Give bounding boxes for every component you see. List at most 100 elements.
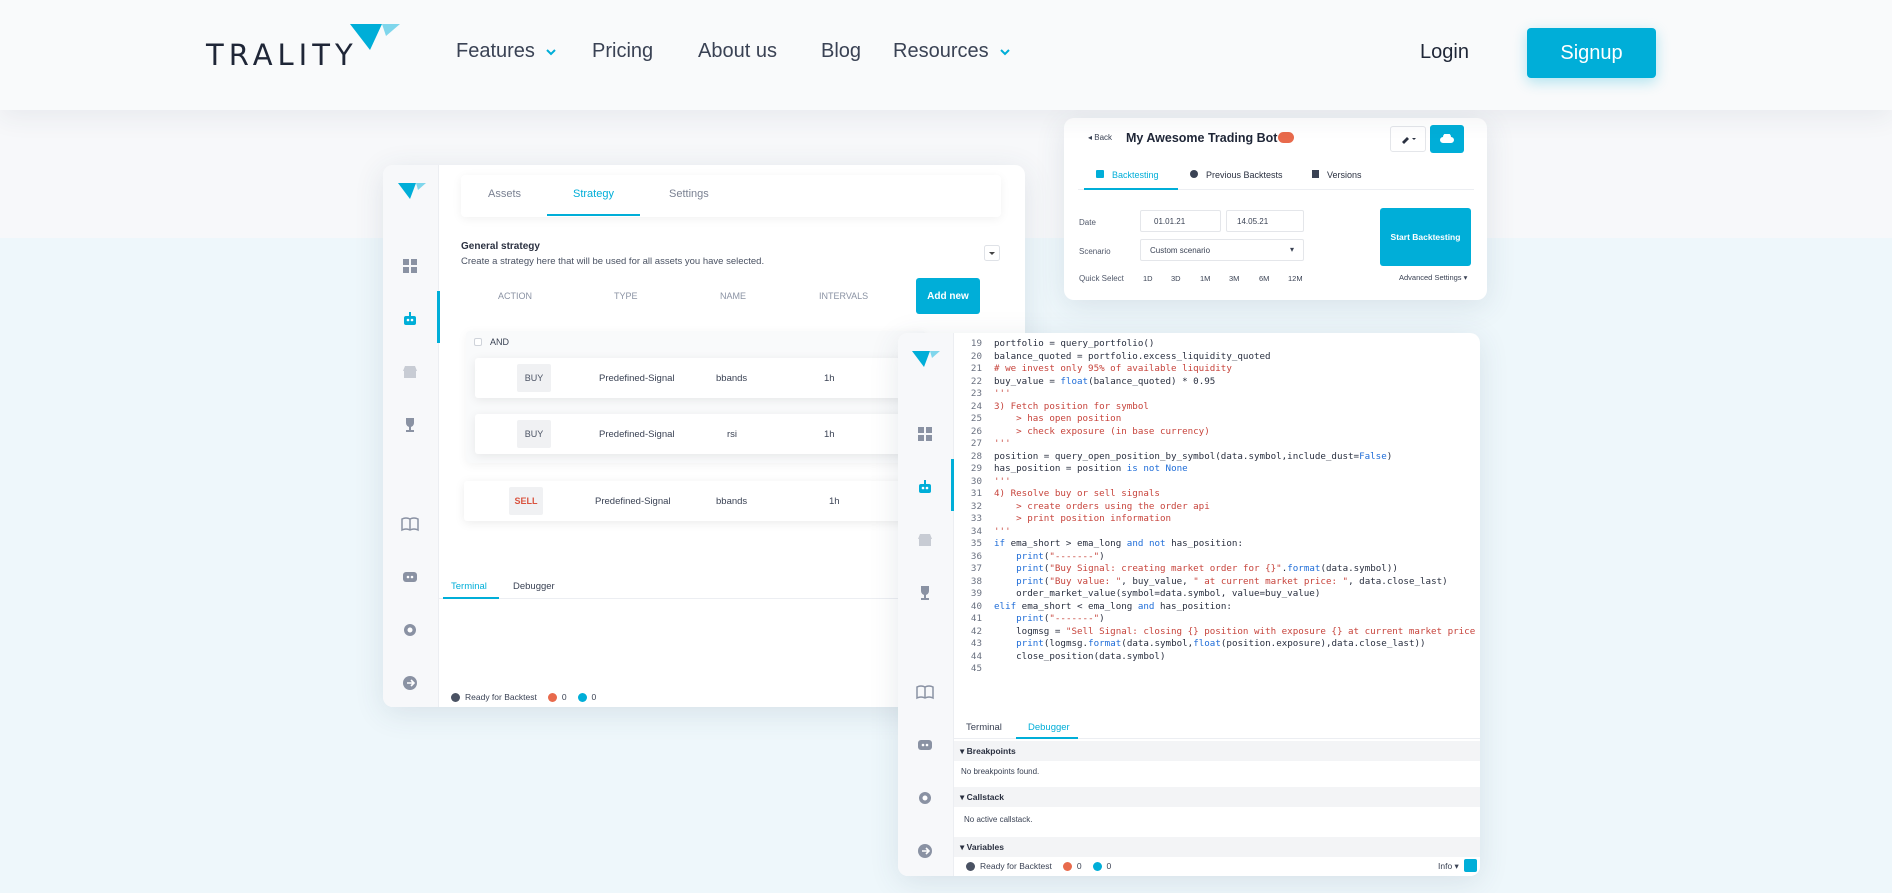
code-editor[interactable]: 19 portfolio = query_portfolio() 20 balance… (954, 333, 1480, 733)
signup-button[interactable]: Signup (1527, 28, 1656, 78)
log-level-select[interactable]: Info ▾ (1438, 861, 1459, 872)
line-number[interactable]: 44 (954, 651, 994, 664)
store-icon[interactable] (401, 363, 419, 381)
line-number[interactable]: 29 (954, 463, 994, 476)
strategy-row[interactable]: BUY Predefined-Signal rsi 1h (475, 414, 915, 454)
date-from-input[interactable]: 01.01.21 (1140, 210, 1221, 232)
tab-debugger[interactable]: Debugger (513, 581, 555, 592)
clear-console-icon[interactable] (1464, 859, 1477, 872)
start-backtesting-button[interactable]: Start Backtesting (1380, 208, 1471, 266)
strategy-row[interactable]: SELL Predefined-Signal bbands 1h (464, 481, 924, 521)
line-number[interactable]: 21 (954, 363, 994, 376)
line-number[interactable]: 39 (954, 588, 994, 601)
tab-versions[interactable]: Versions (1312, 170, 1362, 180)
strategy-row[interactable]: BUY Predefined-Signal bbands 1h (475, 358, 915, 398)
col-action: ACTION (498, 291, 533, 301)
edit-menu[interactable] (1390, 126, 1426, 152)
line-number[interactable]: 35 (954, 538, 994, 551)
quick-12m[interactable]: 12M (1288, 274, 1303, 283)
date-to-input[interactable]: 14.05.21 (1226, 210, 1304, 232)
tab-settings[interactable]: Settings (669, 188, 709, 200)
code-line: 30 ''' (954, 476, 1011, 489)
breakpoints-header[interactable]: ▾ Breakpoints (954, 741, 1480, 761)
bot-icon[interactable] (916, 478, 934, 496)
add-new-button[interactable]: Add new (916, 278, 980, 314)
quick-1m[interactable]: 1M (1200, 274, 1210, 283)
quick-6m[interactable]: 6M (1259, 274, 1269, 283)
back-link[interactable]: ◂ Back (1088, 133, 1112, 142)
line-number[interactable]: 43 (954, 638, 994, 651)
nav-resources[interactable]: Resources (893, 40, 1011, 63)
line-number[interactable]: 42 (954, 626, 994, 639)
discord-icon[interactable] (401, 568, 419, 586)
tab-versions-label: Versions (1327, 170, 1362, 180)
tab-previous-backtests[interactable]: Previous Backtests (1190, 170, 1283, 180)
bot-status-toggle[interactable] (1278, 132, 1294, 143)
trophy-icon[interactable] (916, 584, 934, 602)
variables-header[interactable]: ▾ Variables (954, 837, 1480, 857)
line-number[interactable]: 45 (954, 663, 994, 676)
group-checkbox[interactable] (474, 338, 482, 346)
debugger-tabbar: Terminal Debugger (954, 715, 1480, 739)
tab-debugger[interactable]: Debugger (1028, 722, 1070, 733)
store-icon[interactable] (916, 531, 934, 549)
line-number[interactable]: 19 (954, 338, 994, 351)
callstack-header[interactable]: ▾ Callstack (954, 787, 1480, 807)
line-number[interactable]: 31 (954, 488, 994, 501)
quick-3m[interactable]: 3M (1229, 274, 1239, 283)
nav-pricing[interactable]: Pricing (592, 40, 653, 63)
collapse-caret-icon[interactable] (984, 245, 1000, 261)
line-number[interactable]: 37 (954, 563, 994, 576)
tab-strategy[interactable]: Strategy (573, 188, 614, 200)
line-number[interactable]: 41 (954, 613, 994, 626)
line-number[interactable]: 24 (954, 401, 994, 414)
dashboard-icon[interactable] (916, 425, 934, 443)
chevron-down-icon (999, 48, 1010, 55)
quick-1d[interactable]: 1D (1143, 274, 1153, 283)
code-text: > check exposure (in base currency) (994, 425, 1210, 437)
tab-backtesting[interactable]: Backtesting (1096, 170, 1159, 180)
logout-icon[interactable] (401, 674, 419, 692)
line-number[interactable]: 36 (954, 551, 994, 564)
code-line: 37 print("Buy Signal: creating market or… (954, 563, 1398, 576)
dashboard-icon[interactable] (401, 257, 419, 275)
tab-assets[interactable]: Assets (488, 188, 521, 200)
code-line: 25 > has open position (954, 413, 1121, 426)
line-number[interactable]: 30 (954, 476, 994, 489)
book-icon[interactable] (916, 683, 934, 701)
row-interval: 1h (824, 429, 835, 440)
login-link[interactable]: Login (1420, 41, 1469, 64)
line-number[interactable]: 38 (954, 576, 994, 589)
settings-gear-icon[interactable] (916, 789, 934, 807)
advanced-settings-link[interactable]: Advanced Settings ▾ (1399, 273, 1467, 282)
line-number[interactable]: 26 (954, 426, 994, 439)
line-number[interactable]: 25 (954, 413, 994, 426)
settings-gear-icon[interactable] (401, 621, 419, 639)
trality-logo[interactable]: TRALITY (206, 24, 406, 72)
tab-terminal[interactable]: Terminal (451, 581, 487, 592)
trophy-icon[interactable] (401, 416, 419, 434)
line-number[interactable]: 40 (954, 601, 994, 614)
book-icon[interactable] (401, 515, 419, 533)
scenario-select[interactable]: Custom scenario ▾ (1140, 239, 1304, 261)
tab-terminal[interactable]: Terminal (966, 722, 1002, 733)
line-number[interactable]: 32 (954, 501, 994, 514)
line-number[interactable]: 27 (954, 438, 994, 451)
line-number[interactable]: 33 (954, 513, 994, 526)
line-number[interactable]: 20 (954, 351, 994, 364)
line-number[interactable]: 22 (954, 376, 994, 389)
nav-about-us[interactable]: About us (698, 40, 777, 63)
line-number[interactable]: 34 (954, 526, 994, 539)
logout-icon[interactable] (916, 842, 934, 860)
code-line: 27 ''' (954, 438, 1011, 451)
nav-blog[interactable]: Blog (821, 40, 861, 63)
line-number[interactable]: 23 (954, 388, 994, 401)
nav-features[interactable]: Features (456, 40, 557, 63)
quick-3d[interactable]: 3D (1171, 274, 1181, 283)
error-icon (1062, 861, 1072, 871)
status-bar: Ready for Backtest 0 0 (451, 692, 596, 702)
bot-icon[interactable] (401, 310, 419, 328)
discord-icon[interactable] (916, 736, 934, 754)
line-number[interactable]: 28 (954, 451, 994, 464)
cloud-deploy-button[interactable] (1430, 125, 1464, 153)
